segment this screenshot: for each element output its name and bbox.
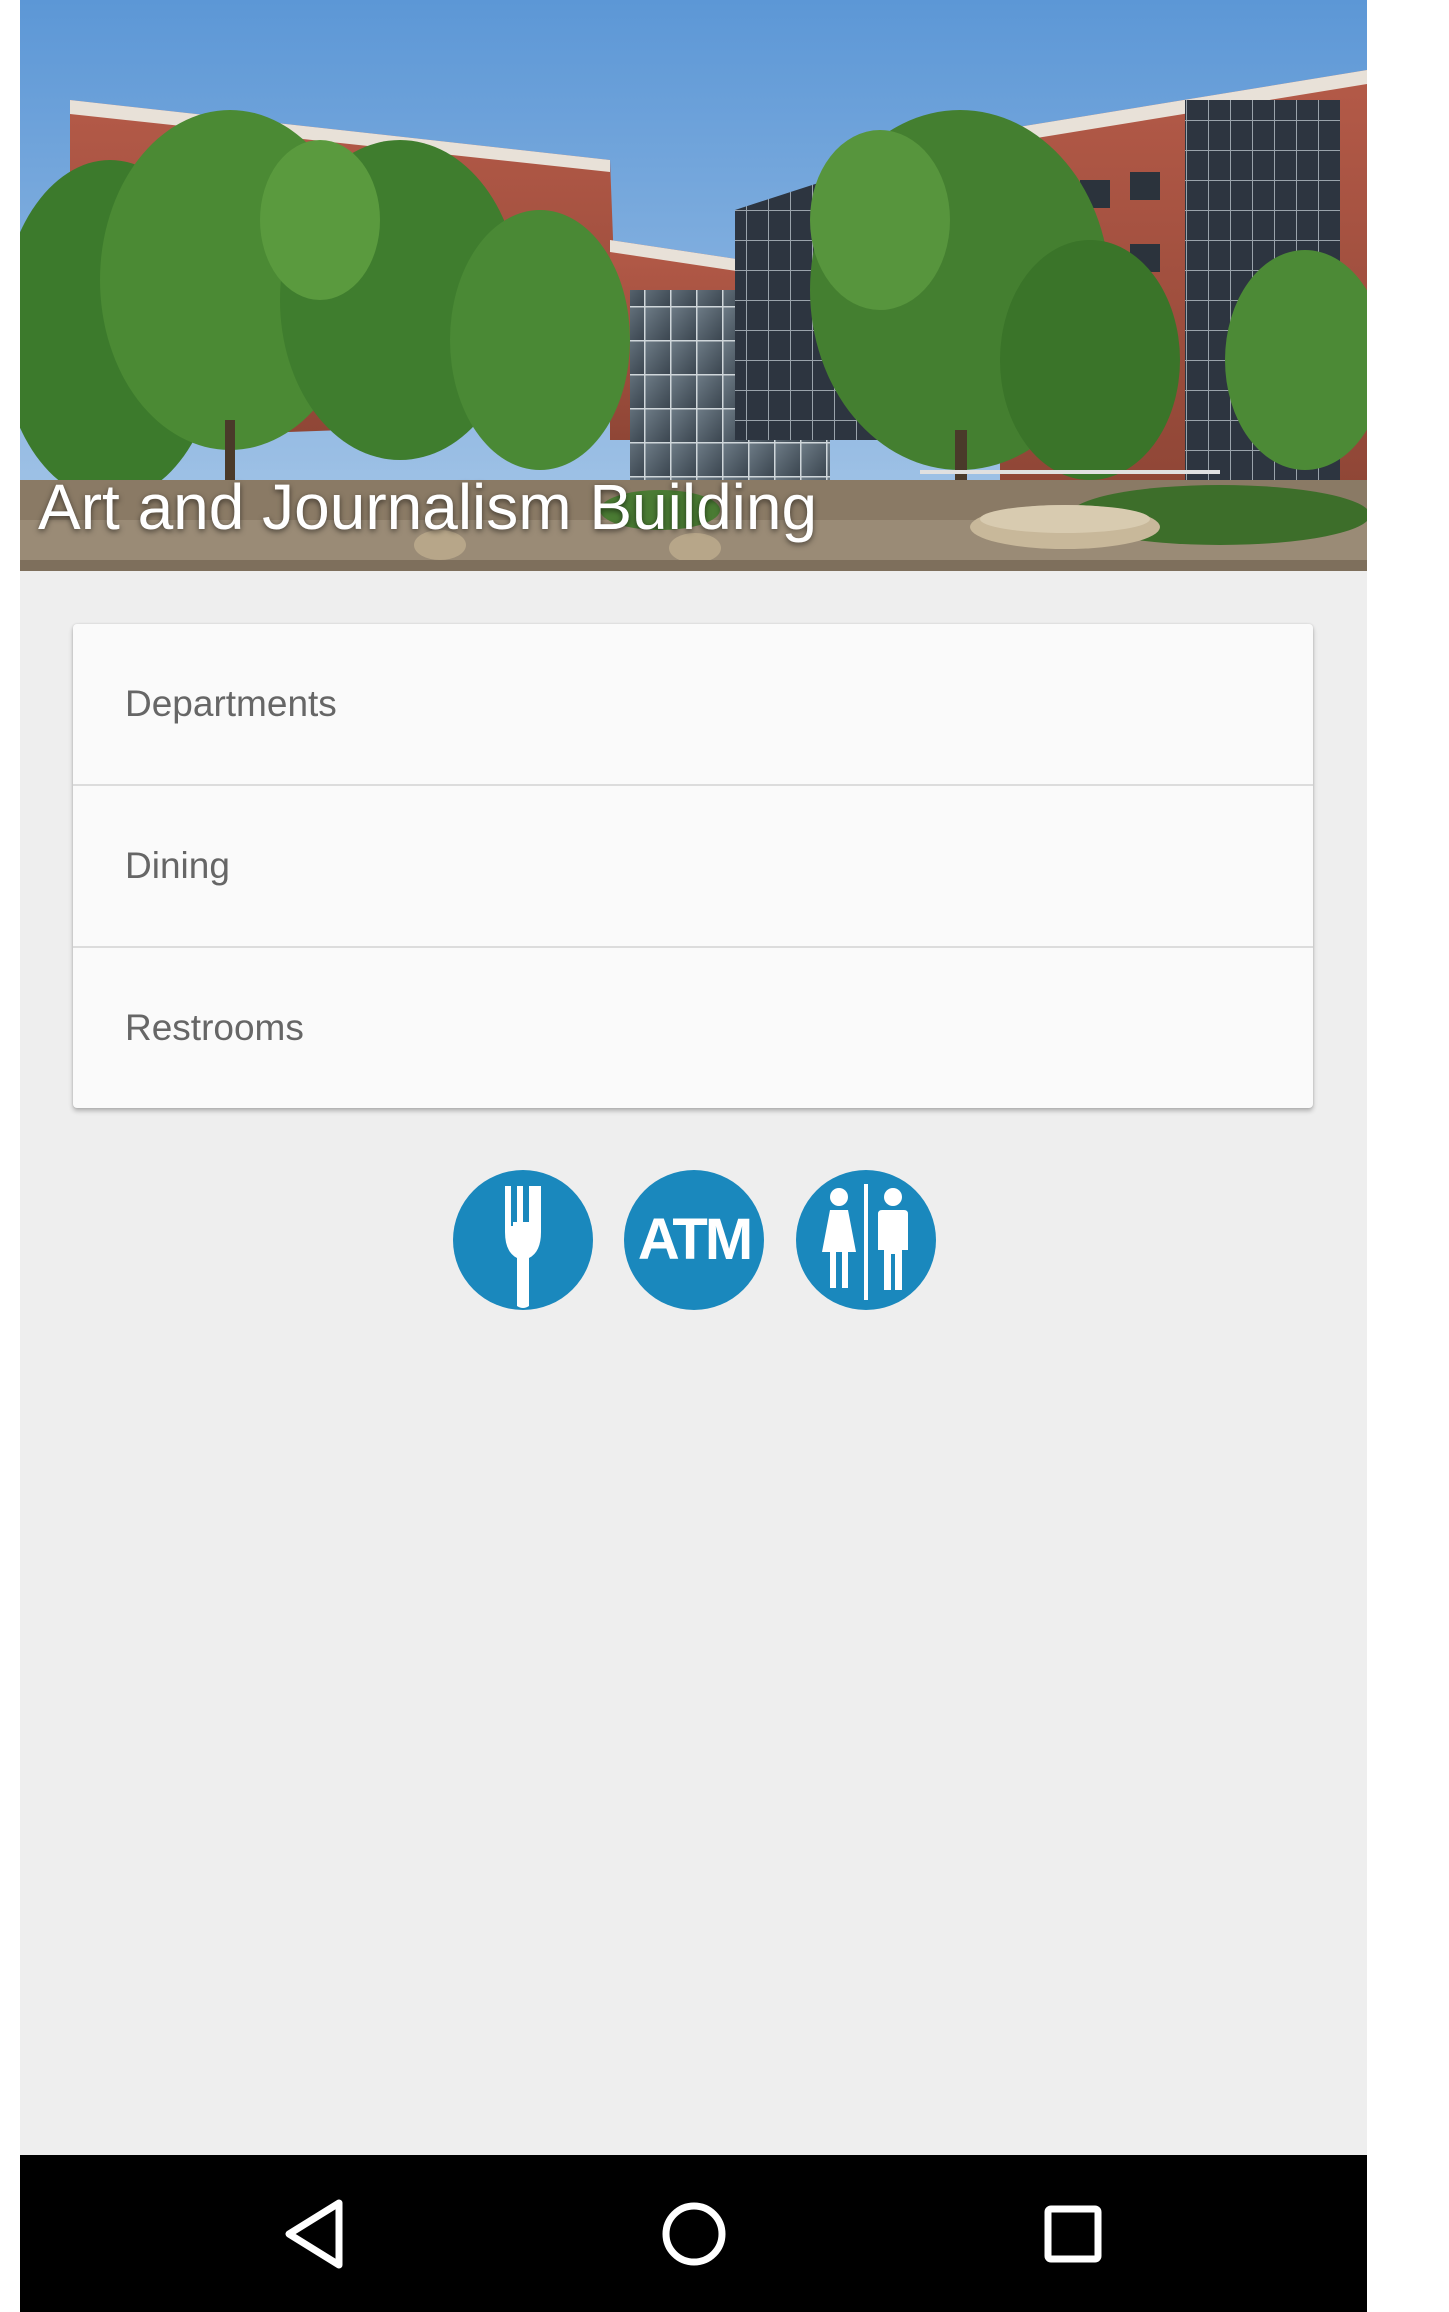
app-screen: Art and Journalism Building Departments … — [20, 0, 1367, 2312]
list-item-departments[interactable]: Departments — [73, 624, 1313, 786]
recents-square-icon — [1044, 2205, 1102, 2263]
recents-button[interactable] — [993, 2155, 1153, 2312]
fork-icon — [505, 1186, 541, 1308]
atm-button[interactable]: ATM — [624, 1170, 764, 1310]
home-circle-icon — [662, 2202, 726, 2266]
building-title: Art and Journalism Building — [38, 471, 818, 543]
restroom-button[interactable] — [796, 1170, 936, 1310]
category-list: Departments Dining Restrooms — [73, 624, 1313, 1108]
list-item-dining[interactable]: Dining — [73, 786, 1313, 948]
back-triangle-icon — [285, 2199, 343, 2269]
system-nav-bar — [20, 2155, 1367, 2312]
back-button[interactable] — [235, 2155, 395, 2312]
atm-label: ATM — [637, 1207, 753, 1272]
list-item-restrooms[interactable]: Restrooms — [73, 948, 1313, 1108]
restroom-icon — [822, 1184, 908, 1300]
building-header: Art and Journalism Building — [20, 0, 1367, 571]
amenity-icons: ATM — [20, 1170, 1367, 1310]
home-button[interactable] — [614, 2155, 774, 2312]
dining-button[interactable] — [453, 1170, 593, 1310]
